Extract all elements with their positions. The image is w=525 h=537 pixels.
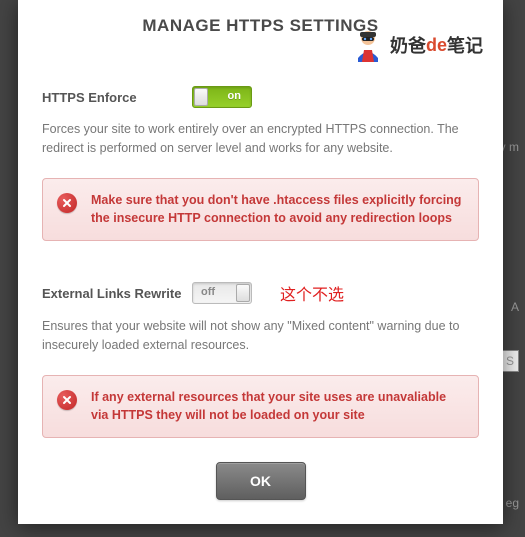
https-enforce-warning: Make sure that you don't have .htaccess …	[42, 178, 479, 242]
https-enforce-label: HTTPS Enforce	[42, 90, 192, 105]
watermark-avatar-icon	[352, 28, 384, 62]
watermark: 奶爸de笔记	[352, 28, 483, 62]
bg-text: eg	[506, 496, 519, 510]
https-settings-modal: MANAGE HTTPS SETTINGS 奶爸de笔记 HTTPS Enfor…	[18, 0, 503, 524]
external-rewrite-label: External Links Rewrite	[42, 286, 192, 301]
external-rewrite-toggle[interactable]: off	[192, 282, 252, 304]
error-icon	[57, 390, 77, 410]
watermark-text-de: de	[426, 35, 447, 56]
external-rewrite-description: Ensures that your website will not show …	[42, 317, 479, 355]
toggle-text-on: on	[228, 90, 241, 102]
https-enforce-row: HTTPS Enforce on	[42, 86, 479, 108]
ok-button[interactable]: OK	[216, 462, 306, 500]
toggle-handle	[194, 88, 208, 106]
https-enforce-toggle[interactable]: on	[192, 86, 252, 108]
external-rewrite-warning: If any external resources that your site…	[42, 375, 479, 439]
toggle-text-off: off	[201, 286, 215, 298]
modal-footer: OK	[42, 462, 479, 500]
external-rewrite-row: External Links Rewrite off 这个不选	[42, 281, 479, 305]
warning-text: If any external resources that your site…	[91, 390, 446, 423]
https-enforce-description: Forces your site to work entirely over a…	[42, 120, 479, 158]
watermark-text-prefix: 奶爸	[390, 32, 426, 58]
bg-text: S	[501, 350, 519, 372]
warning-text: Make sure that you don't have .htaccess …	[91, 193, 461, 226]
toggle-handle	[236, 284, 250, 302]
bg-text: A	[511, 300, 519, 314]
error-icon	[57, 193, 77, 213]
annotation-text: 这个不选	[280, 281, 344, 305]
watermark-text-suffix: 笔记	[447, 32, 483, 58]
